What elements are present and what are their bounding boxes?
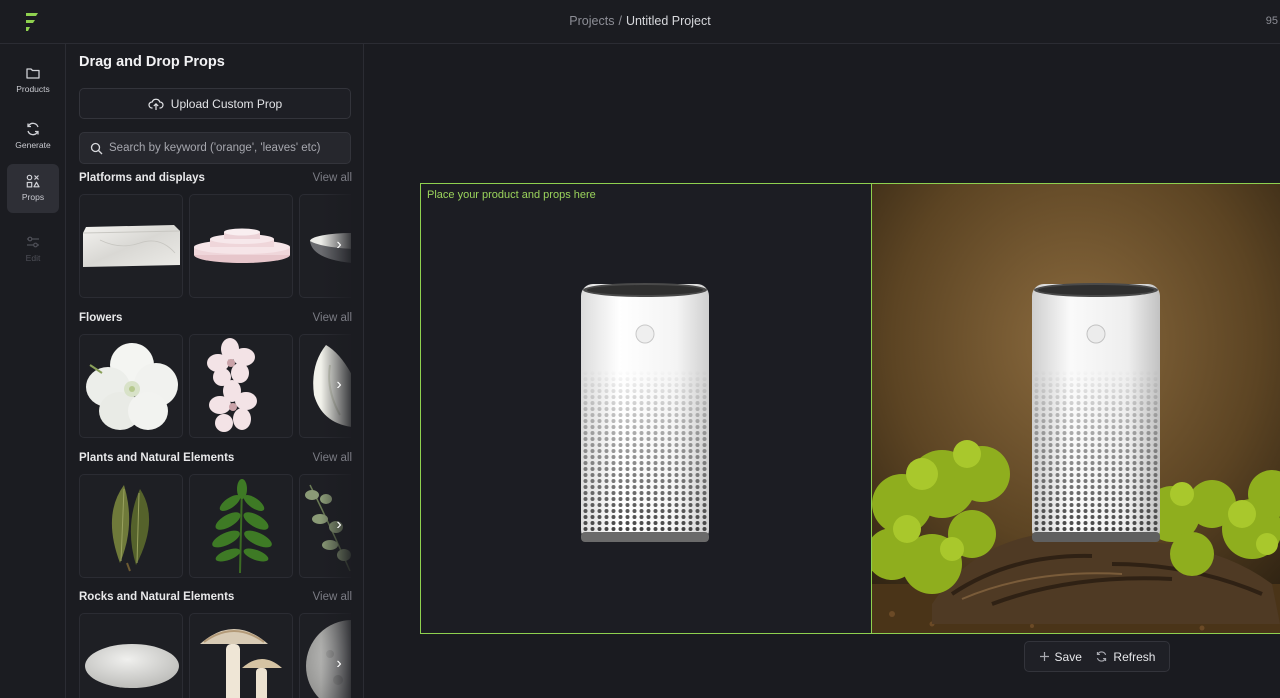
prop-thumbnail[interactable]: [79, 613, 183, 698]
sliders-icon: [27, 236, 39, 248]
chevron-right-icon[interactable]: ›: [331, 656, 347, 672]
prop-thumbnail[interactable]: [79, 194, 183, 298]
folder-icon: [26, 68, 40, 79]
view-all-link[interactable]: View all: [313, 172, 352, 184]
section-platforms: Platforms and displays View all ›: [79, 172, 352, 298]
view-all-link[interactable]: View all: [313, 591, 352, 603]
white-hibiscus-image: [86, 343, 178, 430]
prop-thumbnail[interactable]: [79, 334, 183, 438]
rail-item-edit[interactable]: Edit: [7, 225, 59, 274]
rail-item-products[interactable]: Products: [7, 56, 59, 105]
drop-zone-hint: Place your product and props here: [427, 189, 596, 201]
marble-platform-image: [82, 225, 181, 267]
breadcrumb-separator: /: [618, 14, 622, 28]
refresh-icon: [27, 122, 39, 136]
green-leaf-branch-image: [212, 479, 272, 574]
canvas-actions: Save Refresh: [1024, 641, 1170, 672]
upload-custom-prop-label: Upload Custom Prop: [170, 96, 283, 111]
save-button[interactable]: Save: [1039, 650, 1082, 664]
product-drop-zone[interactable]: Place your product and props here: [420, 183, 872, 634]
breadcrumb: Projects / Untitled Project: [0, 14, 1280, 28]
section-flowers: Flowers View all ›: [79, 312, 352, 438]
rail-item-generate[interactable]: Generate: [7, 112, 59, 161]
refresh-label: Refresh: [1113, 649, 1156, 664]
top-right-text: 95: [1265, 15, 1278, 27]
breadcrumb-current[interactable]: Untitled Project: [626, 14, 711, 28]
chevron-right-icon[interactable]: ›: [331, 517, 347, 533]
rail-label-edit: Edit: [25, 253, 41, 263]
section-title: Plants and Natural Elements: [79, 452, 235, 464]
rail-label-props: Props: [21, 192, 45, 202]
search-icon: [90, 142, 103, 154]
panel-title: Drag and Drop Props: [79, 54, 225, 70]
save-label: Save: [1054, 649, 1082, 664]
generated-result-image[interactable]: [872, 183, 1280, 634]
upload-cloud-icon: [148, 98, 164, 110]
chevron-right-icon[interactable]: ›: [331, 237, 347, 253]
prop-thumbnail[interactable]: [79, 474, 183, 578]
section-title: Flowers: [79, 312, 123, 324]
pink-tiered-stand-image: [194, 228, 290, 263]
prop-thumbnail[interactable]: [189, 474, 293, 578]
generated-scene-image: [872, 184, 1280, 633]
upload-custom-prop-button[interactable]: Upload Custom Prop: [79, 88, 351, 119]
left-rail: Products Generate Props Edit: [0, 44, 66, 698]
prop-thumbnail[interactable]: [189, 334, 293, 438]
prop-thumbnail[interactable]: [189, 613, 293, 698]
view-all-link[interactable]: View all: [313, 452, 352, 464]
pink-blossoms-image: [207, 338, 257, 432]
refresh-button[interactable]: Refresh: [1095, 650, 1155, 664]
section-plants: Plants and Natural Elements View all ›: [79, 452, 352, 578]
air-purifier-product-image[interactable]: [575, 280, 715, 550]
section-title: Platforms and displays: [79, 172, 205, 184]
rail-label-generate: Generate: [15, 140, 51, 150]
chevron-right-icon[interactable]: ›: [331, 377, 347, 393]
bay-leaves-image: [111, 485, 150, 572]
search-input[interactable]: [109, 142, 349, 154]
canvas-area: Place your product and props here Save R…: [364, 44, 1280, 698]
mushrooms-image: [200, 629, 282, 698]
search-box: [79, 132, 351, 164]
pebble-image: [85, 644, 179, 688]
refresh-icon: [1097, 651, 1107, 662]
top-bar: Projects / Untitled Project 95: [0, 0, 1280, 44]
plus-icon: [1039, 652, 1049, 661]
prop-thumbnail[interactable]: [189, 194, 293, 298]
section-rocks: Rocks and Natural Elements View all ›: [79, 591, 352, 698]
rail-label-products: Products: [16, 84, 50, 94]
breadcrumb-projects[interactable]: Projects: [569, 14, 614, 28]
view-all-link[interactable]: View all: [313, 312, 352, 324]
props-icon: [26, 174, 40, 188]
props-panel: Drag and Drop Props Upload Custom Prop P…: [66, 44, 364, 698]
rail-item-props[interactable]: Props: [7, 164, 59, 213]
section-title: Rocks and Natural Elements: [79, 591, 235, 603]
